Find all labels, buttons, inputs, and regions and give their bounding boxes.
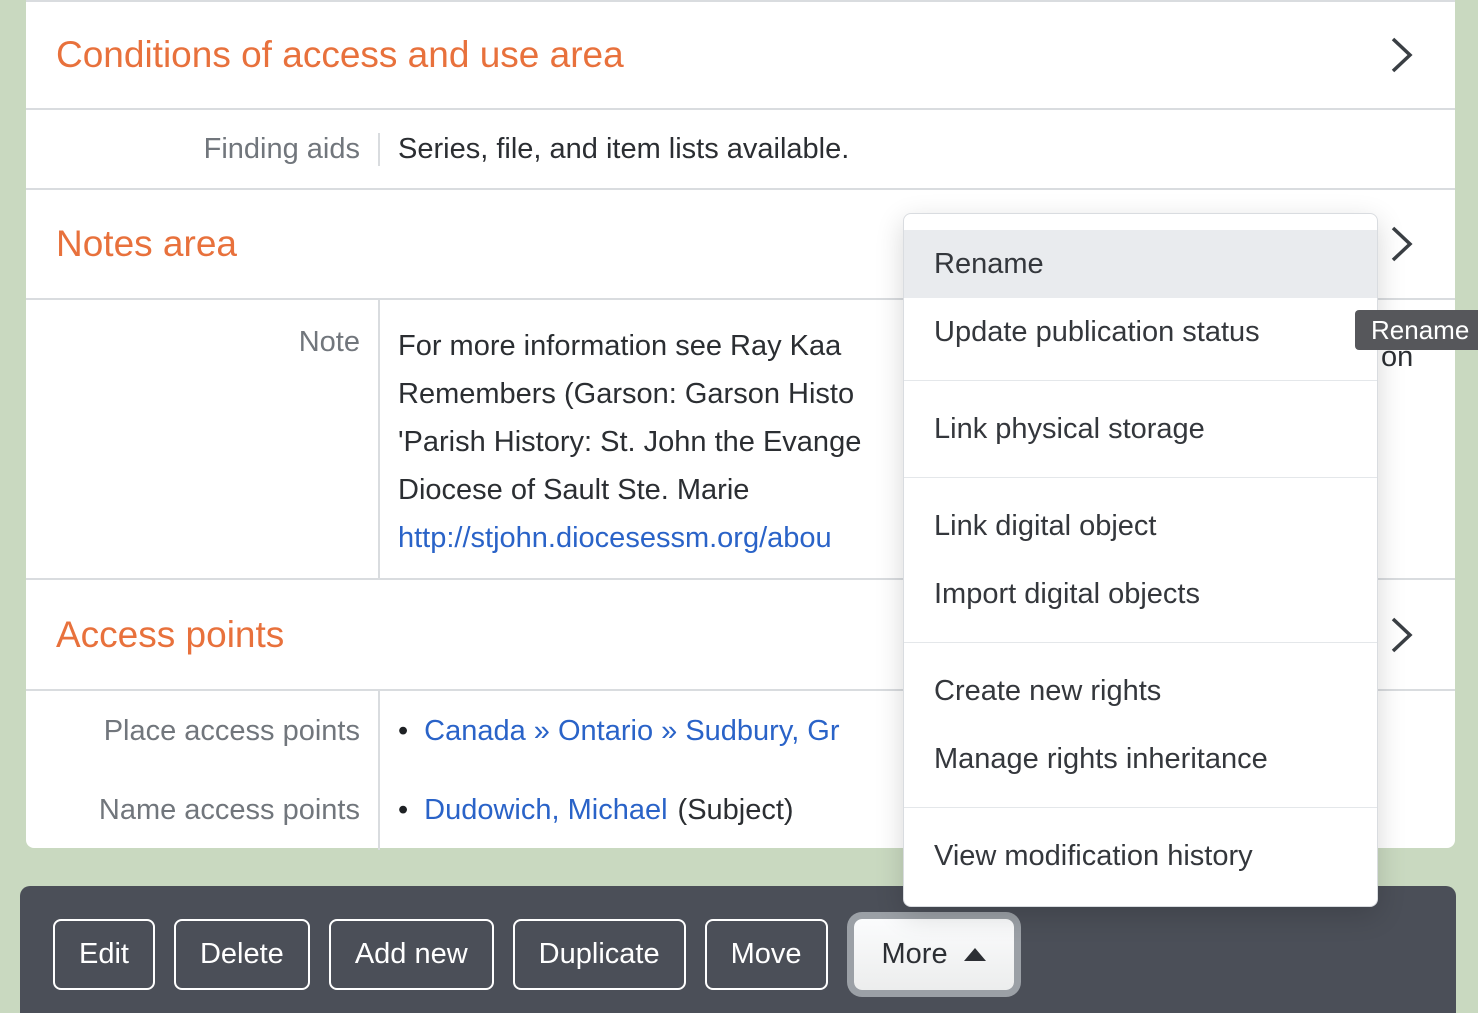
access-points-label-column: Place access points Name access points: [26, 691, 380, 850]
menu-item-link-physical-storage[interactable]: Link physical storage: [904, 395, 1377, 463]
note-label: Note: [26, 300, 380, 578]
bullet-icon: •: [398, 794, 408, 827]
more-button-label: More: [882, 938, 948, 971]
note-url-link[interactable]: http://stjohn.diocesessm.org/abou: [398, 522, 832, 554]
menu-divider: [904, 807, 1377, 808]
menu-item-import-digital-objects[interactable]: Import digital objects: [904, 560, 1377, 628]
finding-aids-label: Finding aids: [26, 133, 380, 166]
menu-item-create-new-rights[interactable]: Create new rights: [904, 657, 1377, 725]
bullet-icon: •: [398, 715, 408, 748]
finding-aids-value: Series, file, and item lists available.: [380, 133, 1455, 166]
delete-button[interactable]: Delete: [174, 919, 310, 990]
place-access-point-link[interactable]: Canada » Ontario » Sudbury, Gr: [424, 715, 839, 748]
section-title-notes: Notes area: [56, 223, 237, 265]
menu-item-link-digital-object[interactable]: Link digital object: [904, 492, 1377, 560]
menu-divider: [904, 642, 1377, 643]
chevron-right-icon[interactable]: [1389, 224, 1415, 264]
finding-aids-row: Finding aids Series, file, and item list…: [26, 110, 1455, 190]
more-dropdown-menu: Rename Update publication status Link ph…: [903, 213, 1378, 907]
more-button[interactable]: More: [854, 919, 1014, 990]
archival-description-page: Conditions of access and use area Findin…: [0, 0, 1478, 1013]
section-conditions-of-access[interactable]: Conditions of access and use area: [26, 2, 1455, 110]
section-title-conditions: Conditions of access and use area: [56, 34, 624, 76]
move-button[interactable]: Move: [705, 919, 828, 990]
menu-divider: [904, 477, 1377, 478]
menu-item-manage-rights-inheritance[interactable]: Manage rights inheritance: [904, 725, 1377, 793]
chevron-right-icon[interactable]: [1389, 615, 1415, 655]
caret-up-icon: [964, 948, 986, 961]
menu-divider: [904, 380, 1377, 381]
duplicate-button[interactable]: Duplicate: [513, 919, 686, 990]
menu-item-rename[interactable]: Rename: [904, 230, 1377, 298]
section-title-access-points: Access points: [56, 614, 284, 656]
menu-item-view-modification-history[interactable]: View modification history: [904, 822, 1377, 890]
name-access-point-link[interactable]: Dudowich, Michael: [424, 794, 667, 827]
add-new-button[interactable]: Add new: [329, 919, 494, 990]
name-access-points-label: Name access points: [26, 771, 378, 850]
place-access-points-label: Place access points: [26, 691, 378, 771]
rename-tooltip: Rename: [1355, 310, 1478, 350]
name-access-point-role: (Subject): [678, 794, 794, 827]
menu-item-update-publication-status[interactable]: Update publication status: [904, 298, 1377, 366]
chevron-right-icon[interactable]: [1389, 35, 1415, 75]
edit-button[interactable]: Edit: [53, 919, 155, 990]
